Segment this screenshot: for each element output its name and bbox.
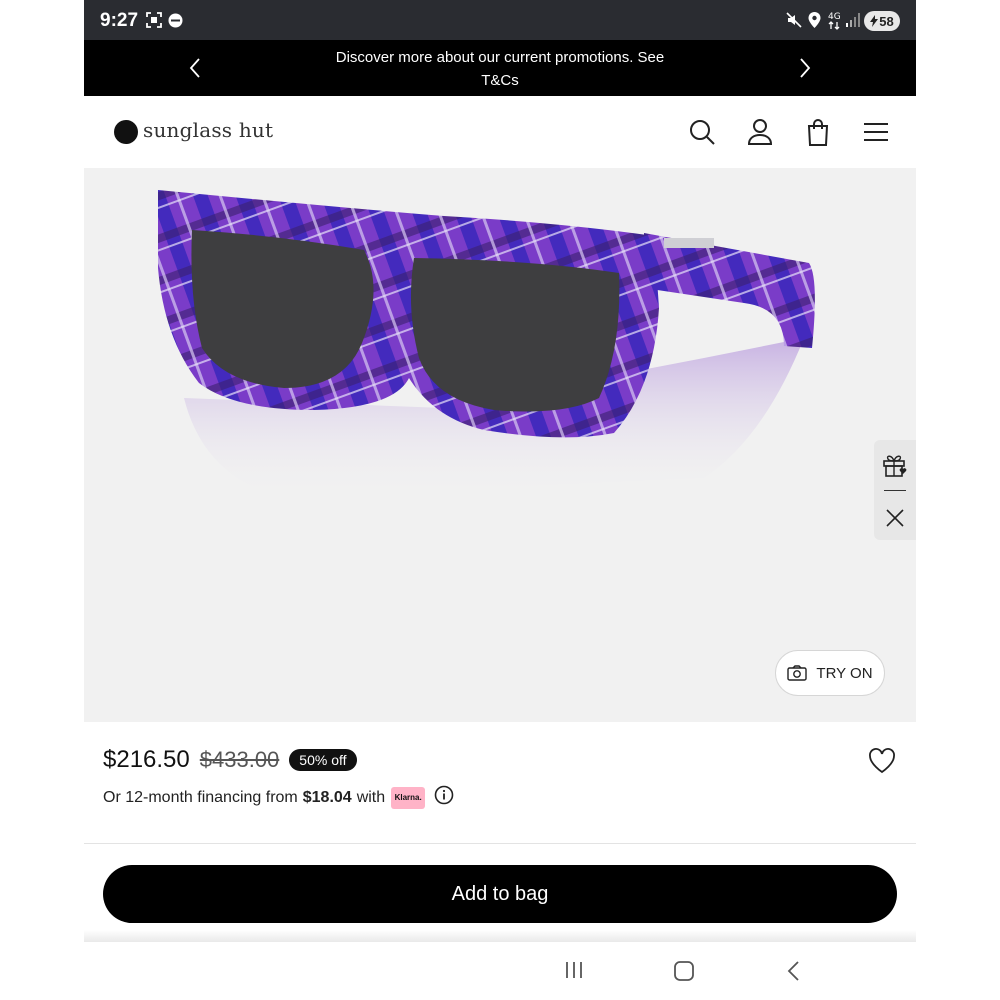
price-row: $216.50 $433.00 50% off bbox=[103, 746, 357, 774]
logo-text: sunglass hut bbox=[143, 118, 274, 142]
bottom-shadow bbox=[84, 930, 916, 942]
wear-icon bbox=[168, 13, 183, 33]
bag-icon[interactable] bbox=[805, 118, 831, 151]
account-icon[interactable] bbox=[746, 118, 774, 151]
chevron-left-icon[interactable] bbox=[188, 56, 202, 85]
recents-icon[interactable] bbox=[564, 960, 584, 985]
widget-divider bbox=[884, 490, 906, 491]
heart-icon[interactable] bbox=[868, 748, 896, 779]
gift-icon[interactable] bbox=[882, 452, 908, 483]
price-original: $433.00 bbox=[199, 747, 280, 772]
screenshot-icon bbox=[146, 12, 162, 33]
menu-icon[interactable] bbox=[863, 122, 889, 147]
promo-text[interactable]: Discover more about our current promotio… bbox=[320, 46, 680, 92]
financing-text: Or 12-month financing from $18.04 with K… bbox=[103, 785, 454, 810]
site-header: sunglass hut bbox=[84, 96, 916, 168]
info-icon[interactable] bbox=[434, 785, 454, 810]
status-bar: 9:27 4G 58 bbox=[84, 0, 916, 40]
product-image[interactable]: TRY ON bbox=[84, 168, 916, 722]
klarna-logo[interactable]: Klarna. bbox=[391, 786, 426, 809]
logo-dot-icon bbox=[114, 120, 138, 144]
status-time: 9:27 bbox=[100, 10, 139, 31]
side-widget bbox=[874, 440, 916, 540]
network-icon: 4G bbox=[827, 10, 841, 35]
battery-level: 58 bbox=[879, 13, 894, 29]
close-icon[interactable] bbox=[885, 508, 905, 533]
price-current: $216.50 bbox=[103, 746, 190, 773]
svg-text:4G: 4G bbox=[828, 12, 841, 22]
battery-charging-icon: 58 bbox=[864, 11, 900, 31]
add-to-bag-button[interactable]: Add to bag bbox=[103, 865, 897, 923]
camera-icon bbox=[787, 665, 808, 681]
sunglasses-image bbox=[158, 190, 815, 498]
phone-screen: 9:27 4G 58 Discover more about our curre… bbox=[84, 0, 916, 1000]
promo-banner[interactable]: Discover more about our current promotio… bbox=[84, 40, 916, 96]
nav-bar bbox=[84, 942, 916, 1000]
location-icon bbox=[808, 12, 821, 33]
search-icon[interactable] bbox=[688, 118, 716, 151]
try-on-label: TRY ON bbox=[816, 664, 873, 682]
divider bbox=[84, 843, 916, 844]
mute-icon bbox=[786, 12, 802, 33]
discount-badge: 50% off bbox=[289, 749, 357, 771]
back-icon[interactable] bbox=[786, 960, 802, 987]
chevron-right-icon[interactable] bbox=[798, 56, 812, 85]
signal-icon bbox=[846, 12, 860, 33]
home-icon[interactable] bbox=[673, 960, 695, 987]
try-on-button[interactable]: TRY ON bbox=[775, 650, 885, 696]
financing-suffix: with bbox=[356, 788, 386, 806]
financing-prefix: Or 12-month financing from bbox=[103, 788, 298, 806]
financing-amount: $18.04 bbox=[302, 788, 352, 806]
